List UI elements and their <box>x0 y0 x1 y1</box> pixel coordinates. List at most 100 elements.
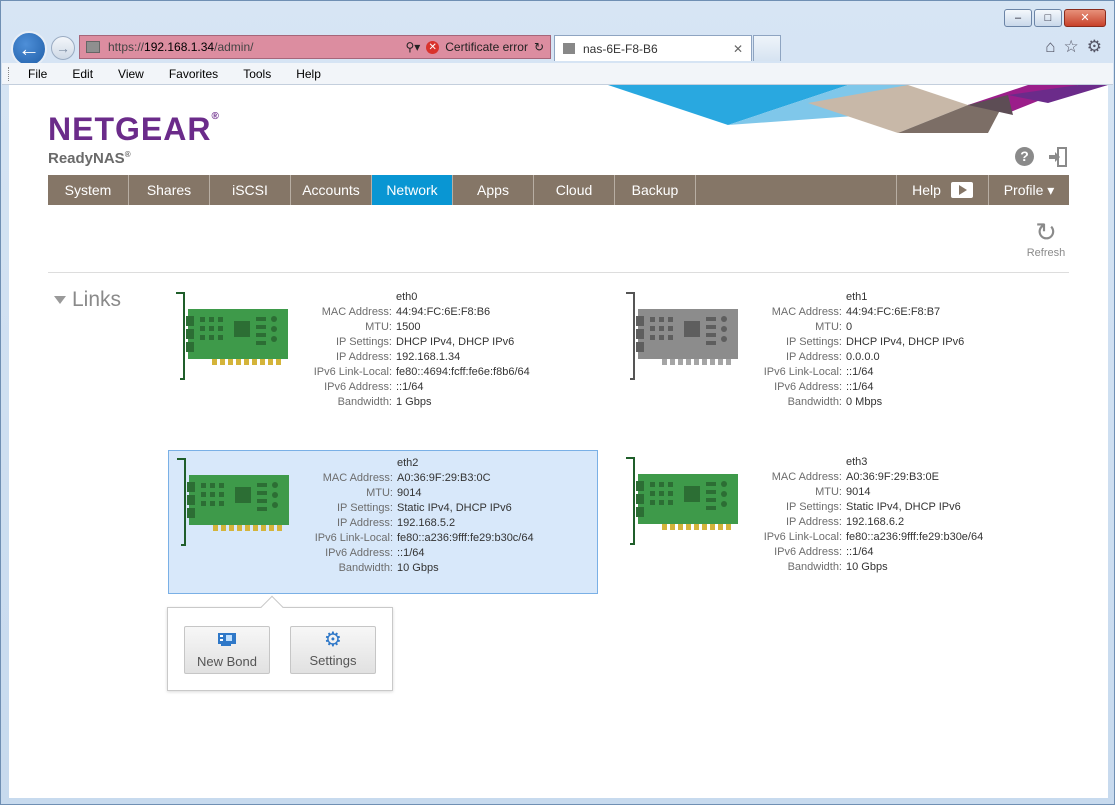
mac-label: MAC Address: <box>322 472 393 484</box>
nav-profile[interactable]: Profile ▾ <box>989 175 1069 205</box>
mac-value: 44:94:FC:6E:F8:B7 <box>846 306 941 318</box>
ip-settings-value: DHCP IPv4, DHCP IPv6 <box>846 336 965 348</box>
ipv6-address-value: ::1/64 <box>846 381 874 393</box>
bandwidth-value: 1 Gbps <box>396 396 432 408</box>
nav-cloud[interactable]: Cloud <box>534 175 615 205</box>
nav-backup[interactable]: Backup <box>615 175 696 205</box>
nav-apps[interactable]: Apps <box>453 175 534 205</box>
nav-system[interactable]: System <box>48 175 129 205</box>
play-icon <box>950 182 973 198</box>
minimize-button[interactable]: – <box>1004 9 1032 27</box>
nav-shares[interactable]: Shares <box>129 175 210 205</box>
mtu-value: 9014 <box>397 487 422 499</box>
link-card-eth0[interactable]: eth0 MAC Address: 44:94:FC:6E:F8:B6 MTU: 1… <box>168 285 598 429</box>
help-icon[interactable]: ? <box>1015 147 1034 166</box>
gear-icon: ⚙ <box>324 629 342 651</box>
ipv6-link-local-label: IPv6 Link-Local: <box>763 366 842 378</box>
ip-address-label: IP Address: <box>336 517 393 529</box>
certificate-error-icon[interactable]: ✕ <box>426 40 440 54</box>
gear-icon[interactable]: ⚙ <box>1087 37 1102 57</box>
nav-accounts[interactable]: Accounts <box>291 175 372 205</box>
window-controls: – □ ✕ <box>1004 9 1106 27</box>
nav-help[interactable]: Help <box>897 175 989 205</box>
ipv6-link-local-value: fe80::a236:9fff:fe29:b30e/64 <box>846 531 984 543</box>
ipv6-address-value: ::1/64 <box>396 381 424 393</box>
ip-settings-value: DHCP IPv4, DHCP IPv6 <box>396 336 515 348</box>
browser-window: – □ ✕ ← → https:// 192.168.1.34 /admin/ … <box>0 0 1115 805</box>
ip-settings-value: Static IPv4, DHCP IPv6 <box>397 502 512 514</box>
menu-edit[interactable]: Edit <box>56 67 102 81</box>
mac-value: 44:94:FC:6E:F8:B6 <box>396 306 491 318</box>
links-section-title: Links <box>72 288 122 311</box>
menu-help[interactable]: Help <box>280 67 330 81</box>
ipv6-address-label: IPv6 Address: <box>324 381 392 393</box>
address-protocol: https:// <box>108 40 145 54</box>
link-info: eth1 MAC Address: 44:94:FC:6E:F8:B7 MTU: 0… <box>748 290 964 410</box>
menu-file[interactable]: File <box>12 67 56 81</box>
ipv6-address-label: IPv6 Address: <box>325 547 393 559</box>
nav-network[interactable]: Network <box>372 175 453 205</box>
link-card-eth1[interactable]: eth1 MAC Address: 44:94:FC:6E:F8:B7 MTU: 0… <box>618 285 1048 429</box>
address-bar[interactable]: https:// 192.168.1.34 /admin/ ⚲▾ ✕ Certi… <box>79 35 551 59</box>
maximize-button[interactable]: □ <box>1034 9 1062 27</box>
main-navigation: System Shares iSCSI Accounts Network App… <box>48 175 1069 205</box>
back-button[interactable]: ← <box>11 31 47 67</box>
browser-tab[interactable]: nas-6E-F8-B6 ✕ <box>554 35 752 61</box>
link-card-eth2[interactable]: eth2 MAC Address: A0:36:9F:29:B3:0C MTU: 9… <box>168 450 598 594</box>
search-icon[interactable]: ⚲▾ <box>405 40 420 54</box>
certificate-error-label[interactable]: Certificate error <box>445 40 528 54</box>
address-host: 192.168.1.34 <box>144 40 215 54</box>
page-icon <box>86 41 100 53</box>
network-card-icon <box>624 291 740 381</box>
link-info: eth2 MAC Address: A0:36:9F:29:B3:0C MTU: 9… <box>299 456 534 576</box>
close-window-button[interactable]: ✕ <box>1064 9 1106 27</box>
ip-settings-label: IP Settings: <box>785 336 842 348</box>
links-section-toggle[interactable]: Links <box>54 288 121 312</box>
mac-label: MAC Address: <box>771 471 842 483</box>
settings-label: Settings <box>309 653 357 668</box>
new-bond-button[interactable]: New Bond <box>184 626 270 674</box>
bandwidth-label: Bandwidth: <box>337 396 392 408</box>
mtu-label: MTU: <box>815 486 842 498</box>
menu-favorites[interactable]: Favorites <box>153 67 227 81</box>
ipv6-link-local-value: fe80::a236:9fff:fe29:b30c/64 <box>397 532 534 544</box>
mtu-value: 9014 <box>846 486 871 498</box>
settings-button[interactable]: ⚙ Settings <box>290 626 376 674</box>
new-tab-button[interactable] <box>753 35 781 61</box>
collapse-triangle-icon <box>54 296 66 304</box>
menu-view[interactable]: View <box>102 67 153 81</box>
header-banner-graphic <box>608 85 1108 133</box>
ipv6-link-local-value: fe80::4694:fcff:fe6e:f8b6/64 <box>396 366 530 378</box>
ipv6-address-value: ::1/64 <box>397 547 425 559</box>
network-card-icon <box>174 291 290 381</box>
tab-page-icon <box>563 43 575 54</box>
forward-button[interactable]: → <box>51 36 75 60</box>
ipv6-address-label: IPv6 Address: <box>774 381 842 393</box>
tab-close-icon[interactable]: ✕ <box>733 42 743 56</box>
ip-settings-value: Static IPv4, DHCP IPv6 <box>846 501 961 513</box>
mac-label: MAC Address: <box>771 306 842 318</box>
nav-iscsi[interactable]: iSCSI <box>210 175 291 205</box>
favorites-star-icon[interactable]: ☆ <box>1064 37 1079 57</box>
menu-tools[interactable]: Tools <box>227 67 280 81</box>
mtu-label: MTU: <box>366 487 393 499</box>
link-info: eth0 MAC Address: 44:94:FC:6E:F8:B6 MTU: 1… <box>298 290 530 410</box>
refresh-button[interactable]: ↻ Refresh <box>1024 217 1068 259</box>
mac-label: MAC Address: <box>321 306 392 318</box>
home-icon[interactable]: ⌂ <box>1045 37 1055 57</box>
logout-icon[interactable] <box>1048 147 1068 167</box>
link-card-eth3[interactable]: eth3 MAC Address: A0:36:9F:29:B3:0E MTU: 9… <box>618 450 1048 594</box>
mac-value: A0:36:9F:29:B3:0E <box>846 471 939 483</box>
ip-settings-label: IP Settings: <box>335 336 392 348</box>
bandwidth-label: Bandwidth: <box>787 396 842 408</box>
ip-address-value: 192.168.1.34 <box>396 351 461 363</box>
mtu-value: 1500 <box>396 321 421 333</box>
link-info: eth3 MAC Address: A0:36:9F:29:B3:0E MTU: 9… <box>748 455 984 575</box>
ipv6-link-local-label: IPv6 Link-Local: <box>313 366 392 378</box>
browser-toolbar-icons: ⌂ ☆ ⚙ <box>1045 37 1102 57</box>
ipv6-link-local-value: ::1/64 <box>846 366 874 378</box>
reload-icon[interactable]: ↻ <box>534 40 544 54</box>
link-name: eth2 <box>397 457 419 469</box>
ip-address-value: 0.0.0.0 <box>846 351 880 363</box>
ipv6-link-local-label: IPv6 Link-Local: <box>314 532 393 544</box>
